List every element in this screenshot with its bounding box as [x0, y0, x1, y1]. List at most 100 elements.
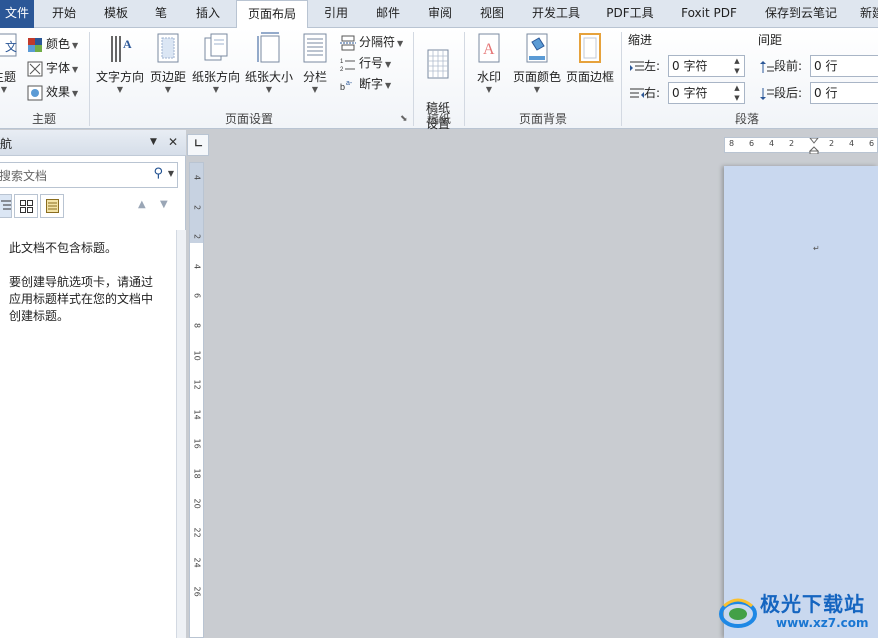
tab-pdf-tools[interactable]: PDF工具: [600, 0, 660, 28]
text-direction-button[interactable]: A 文字方向 ▼: [94, 32, 146, 95]
tab-foxit-pdf[interactable]: Foxit PDF: [674, 0, 744, 28]
navigation-pane-scrollbar[interactable]: [176, 230, 186, 638]
breaks-button[interactable]: 分隔符 ▼: [340, 32, 403, 52]
tab-developer[interactable]: 开发工具: [526, 0, 586, 28]
group-label-theme: 主题: [31, 112, 56, 126]
themes-button[interactable]: 文 主题 ▼: [0, 32, 18, 95]
tab-browse-headings[interactable]: [0, 194, 12, 218]
themes-icon: 文: [0, 33, 17, 57]
chevron-down-icon: ▼: [116, 85, 124, 94]
vertical-ruler-tick: 20: [192, 498, 202, 509]
theme-colors-button[interactable]: 颜色 ▼: [27, 34, 78, 54]
spinner-arrows-icon[interactable]: ▲ ▼: [732, 83, 742, 103]
vertical-ruler[interactable]: 4 2 2 4 6 8 10 12 14 16 18 20 22 24 26: [189, 162, 204, 638]
tab-view[interactable]: 视图: [472, 0, 512, 28]
effects-icon: [27, 85, 43, 100]
columns-button[interactable]: 分栏 ▼: [300, 32, 330, 95]
tab-home[interactable]: 开始: [44, 0, 84, 28]
tab-new[interactable]: 新建: [852, 0, 878, 28]
hyphenation-icon: b a-: [340, 80, 353, 92]
hyphenation-button[interactable]: b a- 断字 ▼: [340, 74, 391, 94]
indent-right-input[interactable]: 0 字符 ▲ ▼: [668, 82, 745, 104]
tab-templates[interactable]: 模板: [96, 0, 136, 28]
chevron-down-icon: ▼: [72, 41, 79, 50]
breaks-icon: [340, 35, 356, 50]
orientation-button[interactable]: 纸张方向 ▼: [190, 32, 242, 95]
theme-effects-button[interactable]: 效果 ▼: [27, 82, 78, 102]
vertical-ruler-tick: 26: [192, 586, 202, 598]
theme-fonts-button[interactable]: 字体 ▼: [27, 58, 78, 78]
tab-pen[interactable]: 笔: [146, 0, 176, 28]
tab-references[interactable]: 引用: [316, 0, 356, 28]
document-page[interactable]: ↵: [724, 166, 878, 638]
previous-arrow-icon[interactable]: ▲: [138, 199, 146, 210]
size-button[interactable]: 纸张大小 ▼: [243, 32, 295, 95]
spacing-after-label: 段后:: [760, 82, 802, 104]
navigation-search-input[interactable]: 搜索文档 ⚲ ▼: [0, 162, 178, 188]
spacing-after-input[interactable]: 0 行: [810, 82, 878, 104]
tab-mailings[interactable]: 邮件: [368, 0, 408, 28]
tab-page-layout[interactable]: 页面布局: [236, 0, 308, 29]
page-borders-button[interactable]: 页面边框: [565, 32, 615, 85]
tab-insert[interactable]: 插入: [188, 0, 228, 28]
margins-icon: [157, 33, 179, 63]
text-direction-icon: A: [111, 36, 132, 62]
horizontal-ruler[interactable]: 8 6 4 2 2 4 6: [724, 137, 878, 154]
group-label-paragraph: 段落: [734, 112, 759, 126]
pane-options-dropdown-icon[interactable]: ▼: [150, 137, 157, 147]
tab-selector-button[interactable]: ∟: [187, 134, 209, 156]
chevron-down-icon: ▼: [212, 85, 220, 94]
chevron-down-icon: ▼: [72, 89, 79, 98]
search-icon[interactable]: ⚲: [153, 166, 163, 181]
draft-paper-icon: [427, 49, 449, 79]
svg-text:a-: a-: [346, 80, 353, 87]
vertical-ruler-tick: 2: [192, 234, 202, 240]
svg-text:b: b: [340, 82, 345, 92]
tab-save-to-cloud-note[interactable]: 保存到云笔记: [756, 0, 846, 28]
chevron-down-icon[interactable]: ▼: [168, 169, 174, 178]
vertical-ruler-tick: 18: [192, 468, 202, 479]
group-label-page-background: 页面背景: [518, 112, 567, 126]
spacing-before-icon: [760, 60, 774, 73]
tab-file[interactable]: 文件: [0, 0, 34, 28]
margins-button[interactable]: 页边距 ▼: [148, 32, 188, 95]
chevron-down-icon: ▼: [533, 85, 541, 94]
watermark-site-name: 极光下载站: [760, 592, 865, 616]
orientation-icon: [204, 33, 228, 61]
indent-left-input[interactable]: 0 字符 ▲ ▼: [668, 55, 745, 77]
tab-review[interactable]: 审阅: [420, 0, 460, 28]
ribbon-tab-strip: 文件 开始 模板 笔 插入 页面布局 引用 邮件 审阅 视图 开发工具 PDF工…: [0, 0, 878, 29]
tab-browse-results[interactable]: [40, 194, 64, 218]
indent-title: 缩进: [628, 33, 653, 47]
create-headings-hint-line3: 创建标题。: [9, 309, 70, 323]
group-label-draft: 稿纸: [426, 112, 451, 126]
page-color-button[interactable]: 页面颜色 ▼: [512, 32, 562, 95]
svg-text:1: 1: [340, 59, 344, 65]
navigation-view-tabs: ▲ ▼: [0, 194, 180, 220]
svg-text:A: A: [123, 37, 132, 51]
indent-left-label: 左:: [630, 55, 660, 77]
fonts-icon: [27, 61, 43, 76]
vertical-ruler-tick: 10: [192, 350, 202, 361]
watermark-button[interactable]: A 水印 ▼: [474, 32, 504, 95]
indent-marker-icon[interactable]: [809, 138, 819, 154]
page-setup-launcher-icon[interactable]: ⬊: [400, 114, 408, 124]
colors-icon: [28, 37, 42, 52]
watermark-url: www.xz7.com: [776, 616, 869, 630]
chevron-down-icon: ▼: [485, 85, 493, 94]
spinner-arrows-icon[interactable]: ▲ ▼: [732, 56, 742, 76]
horizontal-ruler-tick: 4: [849, 139, 855, 148]
svg-text:文: 文: [5, 39, 17, 54]
line-numbers-button[interactable]: 1 2 行号 ▼: [340, 53, 391, 73]
spacing-after-icon: [760, 87, 774, 100]
search-results-icon: [46, 199, 59, 213]
next-arrow-icon[interactable]: ▼: [160, 199, 168, 210]
tab-browse-pages[interactable]: [14, 194, 38, 218]
vertical-ruler-tick: 14: [192, 409, 202, 420]
chevron-down-icon: ▼: [265, 85, 273, 94]
close-icon[interactable]: ✕: [168, 135, 178, 149]
vertical-ruler-tick: 4: [192, 174, 202, 181]
spacing-before-input[interactable]: 0 行: [810, 55, 878, 77]
navigation-pane-header: 航 ▼ ✕: [0, 130, 186, 156]
vertical-ruler-tick: 22: [192, 527, 202, 538]
